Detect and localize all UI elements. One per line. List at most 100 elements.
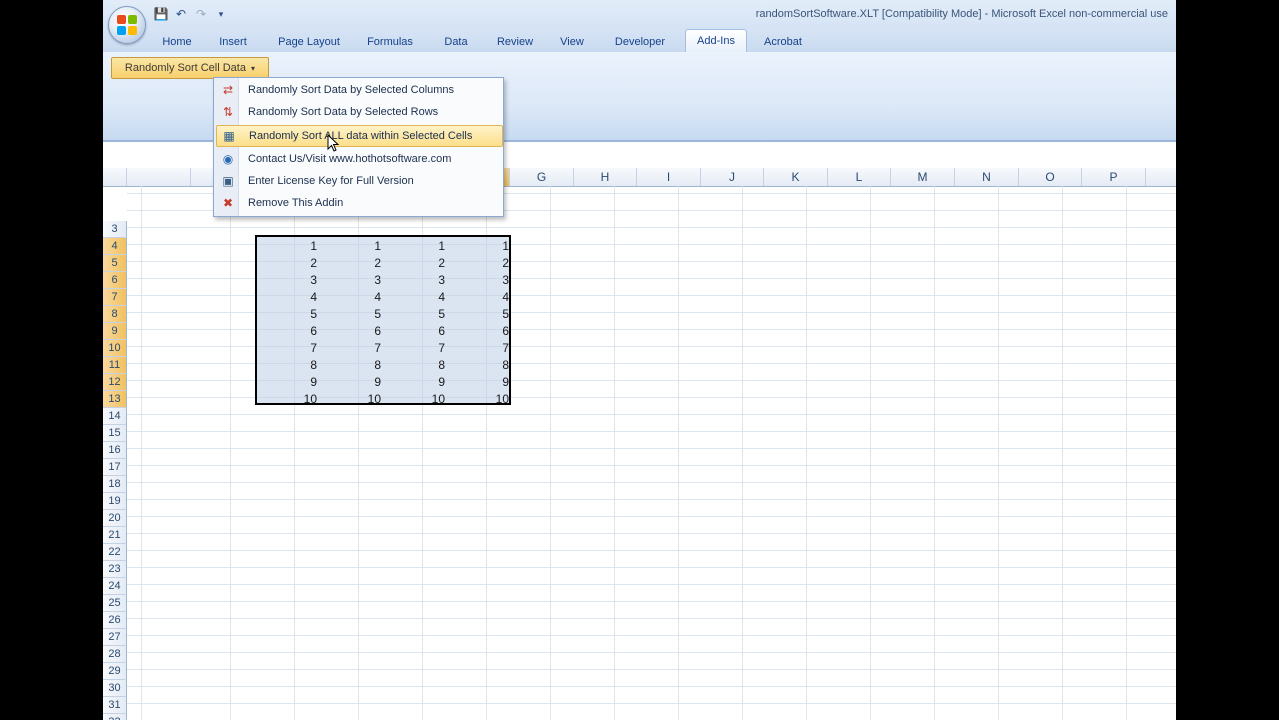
- cell-value[interactable]: 8: [385, 357, 445, 374]
- column-header-g[interactable]: G: [510, 168, 574, 186]
- cell-value[interactable]: 5: [257, 306, 317, 323]
- cell-value[interactable]: 4: [385, 289, 445, 306]
- tab-page-layout[interactable]: Page Layout: [269, 32, 349, 52]
- cell-value[interactable]: 4: [321, 289, 381, 306]
- row-header[interactable]: 20: [103, 510, 127, 527]
- cell-value[interactable]: 9: [385, 374, 445, 391]
- tab-insert[interactable]: Insert: [207, 32, 259, 52]
- row-header[interactable]: 12: [103, 374, 127, 391]
- cell-value[interactable]: 4: [257, 289, 317, 306]
- row-header[interactable]: 22: [103, 544, 127, 561]
- menu-item-remove-addin[interactable]: ✖ Remove This Addin: [216, 193, 501, 213]
- cell-value[interactable]: 10: [449, 391, 509, 408]
- tab-add-ins[interactable]: Add-Ins: [685, 29, 747, 52]
- row-header[interactable]: 32: [103, 714, 127, 720]
- cell-value[interactable]: 6: [321, 323, 381, 340]
- column-header-o[interactable]: O: [1019, 168, 1082, 186]
- cell-value[interactable]: 7: [385, 340, 445, 357]
- row-header[interactable]: 29: [103, 663, 127, 680]
- cell-value[interactable]: 5: [385, 306, 445, 323]
- cell-value[interactable]: 10: [321, 391, 381, 408]
- column-header-l[interactable]: L: [828, 168, 891, 186]
- row-header[interactable]: 23: [103, 561, 127, 578]
- row-header[interactable]: 21: [103, 527, 127, 544]
- row-header[interactable]: 25: [103, 595, 127, 612]
- cell-value[interactable]: 2: [257, 255, 317, 272]
- tab-home[interactable]: Home: [153, 32, 201, 52]
- column-header-n[interactable]: N: [955, 168, 1019, 186]
- row-header[interactable]: 10: [103, 340, 127, 357]
- cell-value[interactable]: 3: [321, 272, 381, 289]
- cell-value[interactable]: 2: [385, 255, 445, 272]
- column-header-h[interactable]: H: [574, 168, 637, 186]
- column-header-a[interactable]: [127, 168, 191, 186]
- cell-value[interactable]: 8: [321, 357, 381, 374]
- row-header[interactable]: 8: [103, 306, 127, 323]
- row-header[interactable]: 18: [103, 476, 127, 493]
- cell-value[interactable]: 9: [321, 374, 381, 391]
- tab-view[interactable]: View: [551, 32, 593, 52]
- randomly-sort-dropdown-button[interactable]: Randomly Sort Cell Data ▾: [111, 57, 269, 79]
- cell-value[interactable]: 5: [449, 306, 509, 323]
- row-header[interactable]: 24: [103, 578, 127, 595]
- row-header[interactable]: 5: [103, 255, 127, 272]
- tab-review[interactable]: Review: [487, 32, 543, 52]
- cell-value[interactable]: 7: [257, 340, 317, 357]
- menu-item-contact-us[interactable]: ◉ Contact Us/Visit www.hothotsoftware.co…: [216, 149, 501, 169]
- row-header[interactable]: 13: [103, 391, 127, 408]
- cell-value[interactable]: 6: [257, 323, 317, 340]
- row-header[interactable]: 11: [103, 357, 127, 374]
- office-button[interactable]: [108, 6, 146, 44]
- cell-value[interactable]: 1: [449, 238, 509, 255]
- row-header[interactable]: 28: [103, 646, 127, 663]
- column-header-i[interactable]: I: [637, 168, 701, 186]
- cell-value[interactable]: 6: [385, 323, 445, 340]
- row-header[interactable]: 31: [103, 697, 127, 714]
- row-header[interactable]: 17: [103, 459, 127, 476]
- cell-value[interactable]: 2: [449, 255, 509, 272]
- cell-value[interactable]: 9: [257, 374, 317, 391]
- redo-icon[interactable]: ↷: [193, 6, 209, 22]
- tab-acrobat[interactable]: Acrobat: [753, 32, 813, 52]
- row-header[interactable]: 27: [103, 629, 127, 646]
- cell-value[interactable]: 10: [385, 391, 445, 408]
- row-header[interactable]: 4: [103, 238, 127, 255]
- cell-value[interactable]: 4: [449, 289, 509, 306]
- row-header[interactable]: 3: [103, 221, 127, 238]
- cell-value[interactable]: 3: [385, 272, 445, 289]
- tab-formulas[interactable]: Formulas: [357, 32, 423, 52]
- row-header[interactable]: 19: [103, 493, 127, 510]
- row-header[interactable]: 30: [103, 680, 127, 697]
- column-header-p[interactable]: P: [1082, 168, 1146, 186]
- column-header-m[interactable]: M: [891, 168, 955, 186]
- save-icon[interactable]: 💾: [153, 6, 169, 22]
- cell-value[interactable]: 3: [449, 272, 509, 289]
- cell-value[interactable]: 1: [385, 238, 445, 255]
- cell-value[interactable]: 7: [321, 340, 381, 357]
- menu-item-sort-by-rows[interactable]: ⇅ Randomly Sort Data by Selected Rows: [216, 102, 501, 122]
- cell-value[interactable]: 1: [321, 238, 381, 255]
- cell-value[interactable]: 5: [321, 306, 381, 323]
- column-header-k[interactable]: K: [764, 168, 828, 186]
- customize-qat-icon[interactable]: ▾: [213, 6, 229, 22]
- select-all-corner[interactable]: [103, 168, 127, 186]
- menu-item-sort-by-columns[interactable]: ⇄ Randomly Sort Data by Selected Columns: [216, 80, 501, 100]
- row-header[interactable]: 14: [103, 408, 127, 425]
- tab-developer[interactable]: Developer: [603, 32, 677, 52]
- cell-value[interactable]: 8: [257, 357, 317, 374]
- cell-value[interactable]: 6: [449, 323, 509, 340]
- menu-item-sort-all-cells[interactable]: ▦ Randomly Sort ALL data within Selected…: [216, 125, 503, 147]
- cell-value[interactable]: 3: [257, 272, 317, 289]
- row-header[interactable]: 16: [103, 442, 127, 459]
- tab-data[interactable]: Data: [433, 32, 479, 52]
- undo-icon[interactable]: ↶: [173, 6, 189, 22]
- cell-value[interactable]: 2: [321, 255, 381, 272]
- cell-value[interactable]: 10: [257, 391, 317, 408]
- row-header[interactable]: 7: [103, 289, 127, 306]
- cell-value[interactable]: 1: [257, 238, 317, 255]
- row-header[interactable]: 9: [103, 323, 127, 340]
- row-header[interactable]: 26: [103, 612, 127, 629]
- cell-value[interactable]: 8: [449, 357, 509, 374]
- row-header[interactable]: 6: [103, 272, 127, 289]
- row-header[interactable]: 15: [103, 425, 127, 442]
